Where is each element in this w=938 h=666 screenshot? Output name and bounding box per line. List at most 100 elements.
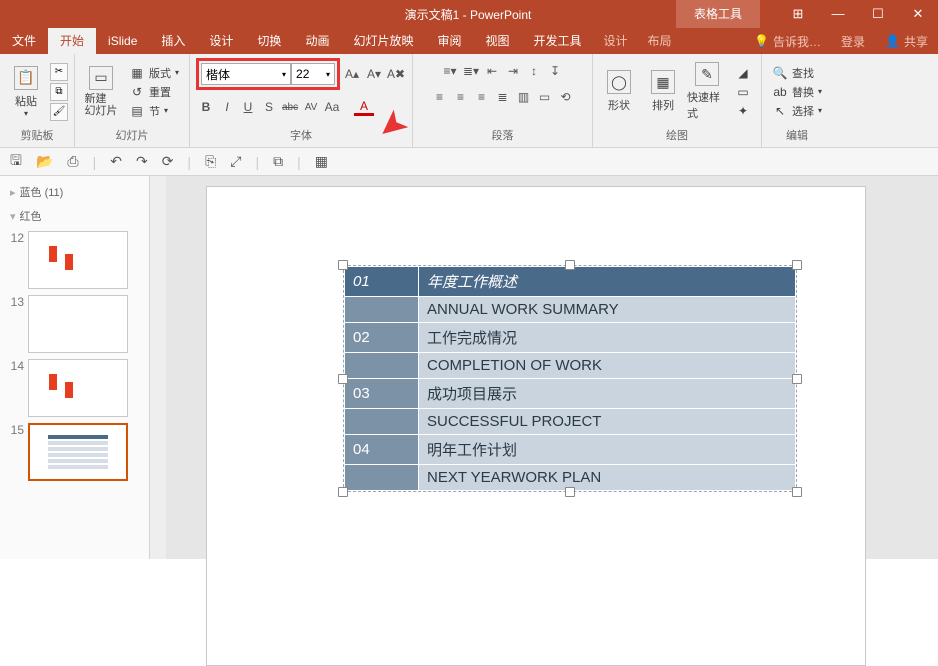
arrange-button[interactable]: ▦排列 [643,61,683,123]
italic-button[interactable]: I [217,98,237,116]
section-red[interactable]: ▾红色 [0,204,149,228]
qat-print[interactable]: ⎙ [67,153,78,170]
slide-thumb-14[interactable]: 14 [0,356,149,420]
tab-review[interactable]: 审阅 [425,28,473,54]
content-table[interactable]: 01年度工作概述 ANNUAL WORK SUMMARY 02工作完成情况 CO… [344,266,796,491]
justify-button[interactable]: ≣ [493,88,513,106]
text-direction-button[interactable]: ↧ [545,62,565,80]
bold-button[interactable]: B [196,98,216,116]
grow-font-button[interactable]: A▴ [342,65,362,83]
tab-slideshow[interactable]: 幻灯片放映 [341,28,425,54]
qat-redo[interactable]: ↷ [136,153,148,170]
select-icon: ↖ [772,104,788,118]
maximize-button[interactable]: ☐ [858,6,898,22]
new-slide-button[interactable]: ▭新建 幻灯片 [81,61,121,123]
qat-grid[interactable]: ▦ [315,153,328,170]
select-button[interactable]: ↖选择▾ [768,102,826,120]
indent-inc-button[interactable]: ⇥ [503,62,523,80]
tab-design[interactable]: 设计 [197,28,245,54]
tab-transitions[interactable]: 切换 [245,28,293,54]
shapes-button[interactable]: ◯形状 [599,61,639,123]
char-spacing-button[interactable]: AV [301,98,321,116]
tab-islide[interactable]: iSlide [96,28,149,54]
tab-animations[interactable]: 动画 [293,28,341,54]
tab-home[interactable]: 开始 [48,28,96,54]
qat-open[interactable]: 📂 [36,153,53,170]
align-left-button[interactable]: ≡ [430,88,450,106]
section-button[interactable]: ▤节▾ [125,102,183,120]
window-title: 演示文稿1 - PowerPoint [220,6,676,23]
qat-window[interactable]: ⧉ [273,153,283,170]
paste-button[interactable]: 📋粘贴▾ [6,61,46,123]
tell-me[interactable]: 💡告诉我… [744,33,831,50]
quick-styles-button[interactable]: ✎快速样式 [687,61,727,123]
change-case-button[interactable]: Aa [322,98,342,116]
shrink-font-button[interactable]: A▾ [364,65,384,83]
outline-icon: ▭ [735,85,751,99]
format-painter-button[interactable]: 🖌 [50,103,68,121]
shadow-button[interactable]: S [259,98,279,116]
effects-icon: ✦ [735,104,751,118]
qat-pick[interactable]: ⤢ [230,153,241,170]
slide: 01年度工作概述 ANNUAL WORK SUMMARY 02工作完成情况 CO… [206,186,866,666]
group-clipboard: 📋粘贴▾ ✂ ⧉ 🖌 剪贴板 [0,54,75,147]
slide-canvas[interactable]: 01年度工作概述 ANNUAL WORK SUMMARY 02工作完成情况 CO… [166,176,938,559]
qat-copy[interactable]: ⎘ [205,153,216,170]
cut-button[interactable]: ✂ [50,63,68,81]
shape-outline-button[interactable]: ▭ [731,83,755,101]
group-paragraph: ≡▾ ≣▾ ⇤ ⇥ ↕ ↧ ≡ ≡ ≡ ≣ ▥ ▭ ⟲ 段落 [413,54,593,147]
share-icon: 👤 [885,34,900,48]
clear-format-button[interactable]: A✖ [386,65,406,83]
tab-insert[interactable]: 插入 [149,28,197,54]
shapes-icon: ◯ [607,70,631,94]
login-button[interactable]: 登录 [831,33,875,50]
ribbon-options-icon[interactable]: ⊞ [778,6,818,22]
underline-button[interactable]: U [238,98,258,116]
align-center-button[interactable]: ≡ [451,88,471,106]
shape-fill-button[interactable]: ◢ [731,64,755,82]
copy-button[interactable]: ⧉ [50,83,68,101]
find-button[interactable]: 🔍查找 [768,64,826,82]
section-blue[interactable]: ▸蓝色 (11) [0,180,149,204]
tab-view[interactable]: 视图 [473,28,521,54]
smartart-button[interactable]: ⟲ [556,88,576,106]
thumbs-scrollbar[interactable] [150,176,166,559]
qat-undo[interactable]: ↶ [110,153,122,170]
reset-button[interactable]: ↺重置 [125,83,183,101]
columns-button[interactable]: ▥ [514,88,534,106]
align-text-button[interactable]: ▭ [535,88,555,106]
layout-button[interactable]: ▦版式▾ [125,64,183,82]
slide-thumb-15[interactable]: 15 [0,420,149,484]
share-button[interactable]: 👤共享 [875,33,938,50]
shape-effects-button[interactable]: ✦ [731,102,755,120]
qat-save[interactable]: 🖫 [10,150,22,174]
close-button[interactable]: ✕ [898,6,938,22]
context-tab-table-tools[interactable]: 表格工具 [676,0,760,28]
tab-file[interactable]: 文件 [0,28,48,54]
replace-button[interactable]: ab替换▾ [768,83,826,101]
quick-access-toolbar: 🖫 📂 ⎙ | ↶ ↷ ⟳ | ⎘ ⤢ | ⧉ | ▦ [0,148,938,176]
tab-table-layout[interactable]: 布局 [638,28,682,54]
slide-thumb-12[interactable]: 12 [0,228,149,292]
font-size-combo[interactable]: 22▾ [291,63,335,85]
selected-table[interactable]: 01年度工作概述 ANNUAL WORK SUMMARY 02工作完成情况 CO… [343,265,797,492]
minimize-button[interactable]: — [818,6,858,22]
group-drawing: ◯形状 ▦排列 ✎快速样式 ◢ ▭ ✦ 绘图 [593,54,762,147]
qat-repeat[interactable]: ⟳ [162,153,174,170]
bulb-icon: 💡 [754,34,769,48]
font-color-button[interactable]: A [354,98,374,116]
find-icon: 🔍 [772,66,788,80]
align-right-button[interactable]: ≡ [472,88,492,106]
strike-button[interactable]: abc [280,98,300,116]
slide-thumb-13[interactable]: 13 [0,292,149,356]
fill-icon: ◢ [735,66,751,80]
tab-table-design[interactable]: 设计 [594,28,638,54]
numbering-button[interactable]: ≣▾ [461,62,481,80]
bullets-button[interactable]: ≡▾ [440,62,460,80]
indent-dec-button[interactable]: ⇤ [482,62,502,80]
layout-icon: ▦ [129,66,145,80]
tab-developer[interactable]: 开发工具 [522,28,594,54]
line-spacing-button[interactable]: ↕ [524,62,544,80]
arrange-icon: ▦ [651,70,675,94]
font-name-combo[interactable]: 楷体▾ [201,63,291,85]
